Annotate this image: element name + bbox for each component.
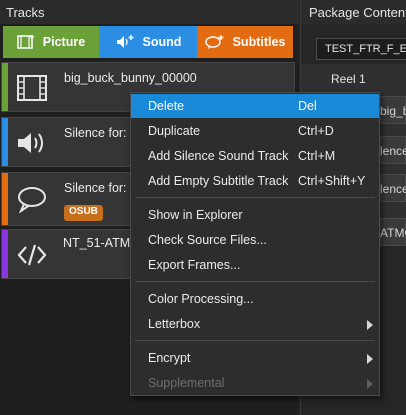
track-label: Silence for: b: [64, 126, 137, 140]
add-track-toolbar: Picture Sound Subtitles: [3, 26, 293, 58]
menu-item-shortcut: Ctrl+D: [298, 124, 334, 138]
track-label: Silence for: b: [64, 181, 137, 195]
add-speech-bubble-icon: [204, 34, 225, 50]
submenu-arrow-icon: [367, 379, 373, 389]
menu-item-label: Export Frames...: [148, 258, 241, 272]
menu-separator: [135, 197, 375, 198]
menu-item-shortcut: Del: [298, 99, 317, 113]
tracks-panel-title: Tracks: [0, 0, 299, 24]
track-color-stripe: [2, 173, 8, 225]
menu-item-label: Check Source Files...: [148, 233, 267, 247]
menu-item-label: Color Processing...: [148, 292, 254, 306]
track-color-stripe: [2, 230, 8, 278]
menu-item-supplemental: Supplemental: [131, 371, 379, 395]
reel-asset-label: lence: [380, 144, 406, 158]
submenu-arrow-icon: [367, 354, 373, 364]
menu-item-label: Add Empty Subtitle Track: [148, 174, 289, 188]
menu-item-show-in-explorer[interactable]: Show in Explorer: [131, 203, 379, 227]
menu-item-export-frames[interactable]: Export Frames...: [131, 253, 379, 277]
cpl-title-field[interactable]: TEST_FTR_F_EN: [316, 38, 406, 60]
add-subtitles-button[interactable]: Subtitles: [197, 26, 293, 58]
add-sound-button[interactable]: Sound: [99, 26, 197, 58]
menu-separator: [135, 281, 375, 282]
menu-item-color-processing[interactable]: Color Processing...: [131, 287, 379, 311]
add-sound-label: Sound: [142, 35, 182, 49]
speaker-icon: [16, 129, 48, 157]
add-picture-label: Picture: [42, 35, 86, 49]
code-icon: [16, 241, 48, 269]
menu-item-label: Letterbox: [148, 317, 201, 331]
film-icon: [16, 74, 48, 102]
reel-asset-label: big_b: [380, 104, 406, 118]
menu-item-delete[interactable]: Delete Del: [131, 94, 379, 118]
package-content-title: Package Content: [301, 0, 406, 24]
menu-item-add-empty-subtitle-track[interactable]: Add Empty Subtitle Track Ctrl+Shift+Y: [131, 169, 379, 193]
menu-item-encrypt[interactable]: Encrypt: [131, 346, 379, 370]
track-label: big_buck_bunny_00000: [64, 71, 197, 85]
menu-item-letterbox[interactable]: Letterbox: [131, 312, 379, 336]
menu-item-duplicate[interactable]: Duplicate Ctrl+D: [131, 119, 379, 143]
add-speaker-icon: [115, 34, 135, 50]
submenu-arrow-icon: [367, 320, 373, 330]
menu-item-add-silence-sound-track[interactable]: Add Silence Sound Track Ctrl+M: [131, 144, 379, 168]
menu-item-shortcut: Ctrl+Shift+Y: [298, 174, 366, 188]
reel-label: Reel 1: [331, 72, 366, 86]
menu-item-check-source-files[interactable]: Check Source Files...: [131, 228, 379, 252]
add-picture-button[interactable]: Picture: [3, 26, 99, 58]
menu-item-label: Show in Explorer: [148, 208, 243, 222]
add-film-icon: [17, 34, 35, 50]
menu-item-label: Add Silence Sound Track: [148, 149, 289, 163]
track-context-menu: Delete Del Duplicate Ctrl+D Add Silence …: [130, 92, 380, 396]
track-color-stripe: [2, 118, 8, 166]
menu-separator: [135, 340, 375, 341]
track-color-stripe: [2, 63, 8, 111]
speech-bubble-icon: [16, 185, 48, 214]
menu-item-label: Duplicate: [148, 124, 201, 138]
menu-item-label: Encrypt: [148, 351, 191, 365]
reel-asset-label: lence: [380, 182, 406, 196]
reel-asset-label: ATMC: [380, 226, 406, 240]
menu-item-label: Supplemental: [148, 376, 225, 390]
menu-item-shortcut: Ctrl+M: [298, 149, 336, 163]
status-badge: OSUB: [64, 205, 103, 221]
add-subtitles-label: Subtitles: [232, 35, 286, 49]
menu-item-label: Delete: [148, 99, 185, 113]
